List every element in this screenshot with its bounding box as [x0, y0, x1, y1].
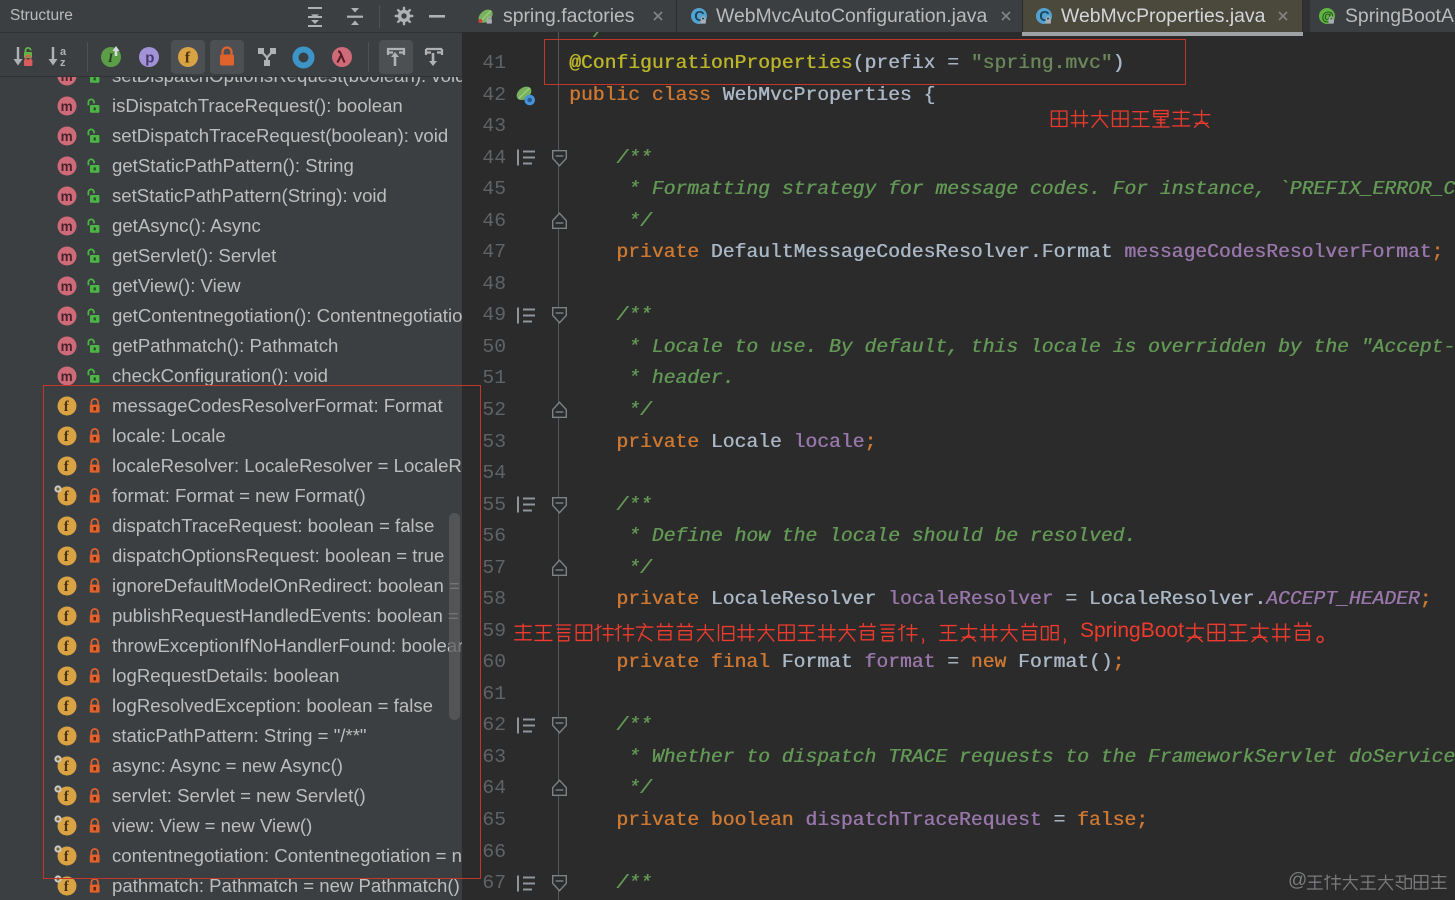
svg-text:m: m	[61, 129, 73, 144]
svg-text:m: m	[61, 99, 73, 114]
svg-text:I: I	[107, 50, 114, 65]
svg-text:m: m	[61, 309, 73, 324]
svg-text:f: f	[185, 50, 191, 67]
svg-text:m: m	[61, 77, 73, 84]
svg-text:m: m	[61, 219, 73, 234]
svg-text:z: z	[60, 57, 66, 68]
svg-text:p: p	[145, 50, 154, 67]
svg-text:m: m	[61, 339, 73, 354]
svg-text:m: m	[61, 249, 73, 264]
svg-text:m: m	[61, 189, 73, 204]
svg-text:m: m	[61, 159, 73, 174]
svg-text:m: m	[61, 279, 73, 294]
svg-text:m: m	[61, 369, 73, 384]
